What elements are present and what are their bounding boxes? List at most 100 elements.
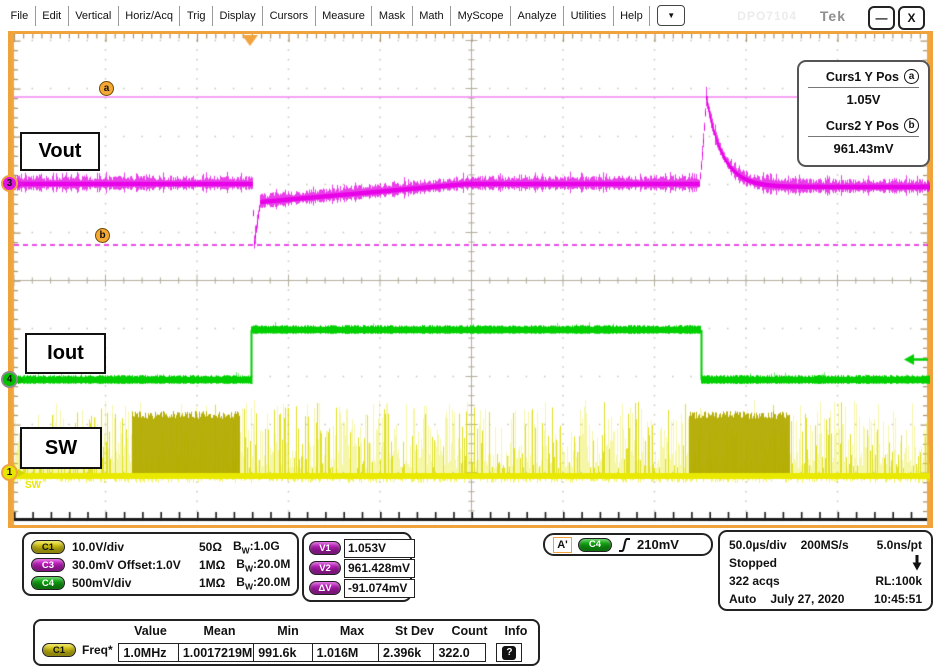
minimize-icon: — bbox=[876, 11, 888, 25]
cursor-a-badge: a bbox=[904, 69, 919, 84]
menu-overflow-button[interactable]: ▼ bbox=[657, 5, 685, 26]
measurement-count: 322.0 bbox=[433, 643, 486, 662]
header-max: Max bbox=[318, 624, 386, 638]
channel3-marker[interactable]: 3 bbox=[1, 175, 18, 192]
v2-row: V2 961.428mV bbox=[309, 558, 405, 578]
delta-v-badge: ΔV bbox=[309, 581, 341, 595]
divider bbox=[808, 87, 919, 88]
menu-file[interactable]: File bbox=[4, 10, 35, 22]
c4-badge[interactable]: C4 bbox=[31, 576, 65, 590]
waveform-display[interactable] bbox=[11, 34, 930, 525]
sample-rate: 200MS/s bbox=[801, 538, 849, 552]
measurement-stdev: 2.396k bbox=[378, 643, 435, 662]
menu-math[interactable]: Math bbox=[413, 10, 450, 22]
c1-badge[interactable]: C1 bbox=[31, 540, 65, 554]
header-info: Info bbox=[496, 624, 536, 638]
menu-vertical[interactable]: Vertical bbox=[69, 10, 118, 22]
c1-bandwidth: BW:1.0G bbox=[233, 539, 290, 555]
timebase-box: 50.0µs/div 200MS/s 5.0ns/pt Stopped 322 … bbox=[718, 530, 933, 611]
sw-annotation: SW bbox=[20, 427, 102, 469]
info-icon: ? bbox=[502, 646, 516, 660]
measurement-name: Freq* bbox=[82, 643, 113, 657]
curs1-value: 1.05V bbox=[808, 92, 919, 107]
channel3-arrow-icon bbox=[18, 180, 25, 188]
iout-annotation: Iout bbox=[25, 333, 106, 374]
close-button[interactable]: X bbox=[898, 6, 925, 30]
trigger-readout-box[interactable]: A' C4 210mV bbox=[543, 533, 713, 556]
delta-v-value: -91.074mV bbox=[344, 579, 415, 598]
rising-edge-icon bbox=[618, 537, 631, 553]
c3-badge[interactable]: C3 bbox=[31, 558, 65, 572]
sw-trace-label: SW bbox=[25, 480, 41, 491]
channel4-marker[interactable]: 4 bbox=[1, 371, 18, 388]
trigger-mode: Auto bbox=[729, 592, 756, 606]
c4-bandwidth: BW:20.0M bbox=[236, 575, 290, 591]
v1-value: 1.053V bbox=[344, 539, 415, 558]
acquisition-count: 322 acqs bbox=[729, 574, 780, 588]
measurement-mean: 1.0017219M bbox=[178, 643, 255, 662]
v2-value: 961.428mV bbox=[344, 559, 415, 578]
menu-display[interactable]: Display bbox=[213, 10, 262, 22]
close-icon: X bbox=[907, 11, 915, 25]
divider bbox=[808, 136, 919, 137]
cursor-voltage-box: V1 1.053V V2 961.428mV ΔV -91.074mV bbox=[302, 532, 412, 602]
channel1-arrow-icon bbox=[18, 469, 25, 477]
stopped-indicator-icon bbox=[912, 555, 922, 571]
trigger-a-badge: A' bbox=[553, 537, 572, 553]
curs2-label: Curs2 Y Pos bbox=[826, 119, 899, 133]
cursor-b-handle[interactable]: b bbox=[95, 228, 110, 243]
channel-row-c4[interactable]: C4 500mV/div 1MΩ BW:20.0M bbox=[31, 574, 290, 592]
menu-help[interactable]: Help bbox=[614, 10, 650, 22]
delta-v-row: ΔV -91.074mV bbox=[309, 578, 405, 598]
chevron-down-icon: ▼ bbox=[667, 11, 675, 20]
channel-row-c1[interactable]: C1 10.0V/div 50Ω BW:1.0G bbox=[31, 538, 290, 556]
header-min: Min bbox=[258, 624, 318, 638]
measurement-row: C1 Freq* 1.0MHz 1.0017219M 991.6k 1.016M… bbox=[35, 643, 538, 657]
time-label: 10:45:51 bbox=[874, 592, 922, 606]
vout-annotation: Vout bbox=[20, 132, 100, 171]
v2-badge: V2 bbox=[309, 561, 341, 575]
header-count: Count bbox=[443, 624, 496, 638]
trigger-level: 210mV bbox=[637, 537, 679, 552]
c4-scale: 500mV/div bbox=[72, 576, 192, 590]
menu-horiz-acq[interactable]: Horiz/Acq bbox=[119, 10, 180, 22]
measurement-max: 1.016M bbox=[312, 643, 380, 662]
cursor-b-badge: b bbox=[904, 118, 919, 133]
curs1-label: Curs1 Y Pos bbox=[826, 70, 899, 84]
channel4-arrow-icon bbox=[18, 376, 25, 384]
menu-edit[interactable]: Edit bbox=[36, 10, 68, 22]
c1-impedance: 50Ω bbox=[199, 540, 222, 554]
c3-bandwidth: BW:20.0M bbox=[236, 557, 290, 573]
menu-myscope[interactable]: MyScope bbox=[451, 10, 510, 22]
info-cell[interactable]: ? bbox=[496, 643, 522, 662]
record-length: RL:100k bbox=[875, 574, 922, 588]
acquisition-state: Stopped bbox=[729, 556, 777, 570]
timebase-scale: 50.0µs/div bbox=[729, 538, 787, 552]
c4-impedance: 1MΩ bbox=[199, 576, 225, 590]
minimize-button[interactable]: — bbox=[868, 6, 895, 30]
header-stdev: St Dev bbox=[386, 624, 443, 638]
menu-cursors[interactable]: Cursors bbox=[263, 10, 315, 22]
measurement-table: Value Mean Min Max St Dev Count Info C1 … bbox=[33, 619, 540, 666]
cursor-a-handle[interactable]: a bbox=[99, 81, 114, 96]
measurement-source-badge[interactable]: C1 bbox=[42, 643, 76, 657]
menu-mask[interactable]: Mask bbox=[372, 10, 411, 22]
channel1-marker[interactable]: 1 bbox=[1, 464, 18, 481]
c1-scale: 10.0V/div bbox=[72, 540, 192, 554]
sample-resolution: 5.0ns/pt bbox=[877, 538, 922, 552]
menu-measure[interactable]: Measure bbox=[316, 10, 372, 22]
menu-analyze[interactable]: Analyze bbox=[511, 10, 563, 22]
cursor-readout-box[interactable]: Curs1 Y Posa 1.05V Curs2 Y Posb 961.43mV bbox=[797, 60, 930, 167]
measurement-headers: Value Mean Min Max St Dev Count Info bbox=[120, 624, 536, 638]
v1-row: V1 1.053V bbox=[309, 538, 405, 558]
measurement-min: 991.6k bbox=[253, 643, 313, 662]
header-value: Value bbox=[120, 624, 181, 638]
channel-row-c3[interactable]: C3 30.0mV Offset:1.0V 1MΩ BW:20.0M bbox=[31, 556, 290, 574]
v1-badge: V1 bbox=[309, 541, 341, 555]
header-mean: Mean bbox=[181, 624, 258, 638]
menu-utilities[interactable]: Utilities bbox=[564, 10, 612, 22]
measurement-value: 1.0MHz bbox=[118, 643, 179, 662]
menu-trig[interactable]: Trig bbox=[180, 10, 212, 22]
oscilloscope-app: File Edit Vertical Horiz/Acq Trig Displa… bbox=[0, 0, 939, 667]
channel-scales-box: C1 10.0V/div 50Ω BW:1.0G C3 30.0mV Offse… bbox=[22, 532, 299, 596]
